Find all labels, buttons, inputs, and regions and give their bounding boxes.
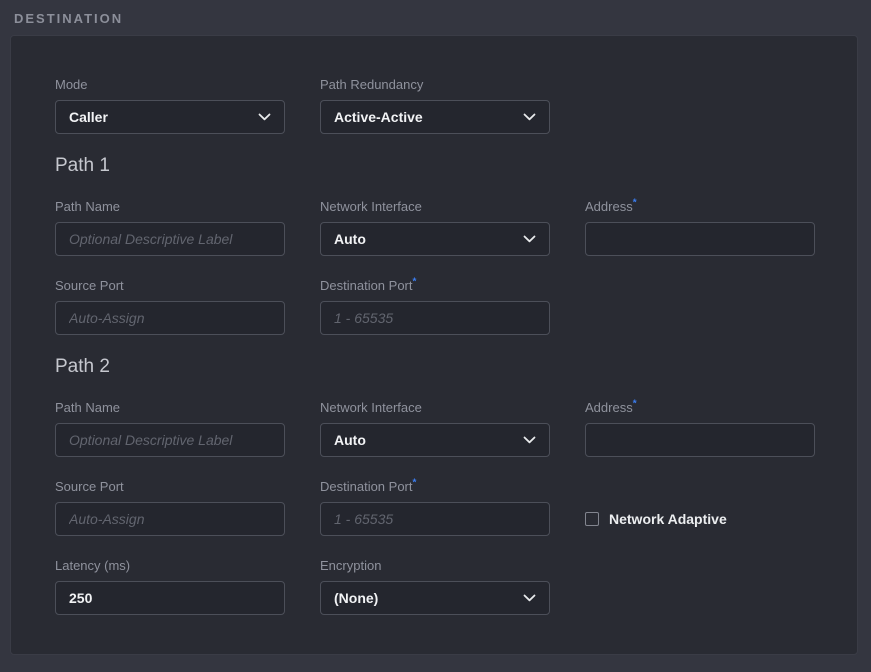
path-redundancy-select-value: Active-Active <box>334 109 423 125</box>
path2-network-interface-select[interactable]: Auto <box>320 423 550 457</box>
path1-path-name-label: Path Name <box>55 199 285 214</box>
path2-destination-port-label: Destination Port <box>320 479 413 494</box>
path2-network-interface-label: Network Interface <box>320 400 550 415</box>
path-redundancy-field: Path Redundancy Active-Active <box>320 77 550 134</box>
chevron-down-icon <box>258 113 271 121</box>
path-redundancy-label: Path Redundancy <box>320 77 550 92</box>
path2-destination-port-input[interactable] <box>320 502 550 536</box>
path1-source-port-label: Source Port <box>55 278 285 293</box>
path1-network-interface-select-value: Auto <box>334 231 366 247</box>
destination-panel: Mode Caller Path Redundancy Active-Activ… <box>10 35 858 655</box>
path1-heading: Path 1 <box>55 156 814 176</box>
path2-heading: Path 2 <box>55 357 814 377</box>
path2-path-name-label: Path Name <box>55 400 285 415</box>
mode-label: Mode <box>55 77 285 92</box>
chevron-down-icon <box>523 436 536 444</box>
path1-path-name-input[interactable] <box>55 222 285 256</box>
path2-network-interface-field: Network Interface Auto <box>320 400 550 457</box>
path2-network-interface-select-value: Auto <box>334 432 366 448</box>
path1-destination-port-label: Destination Port <box>320 278 413 293</box>
path1-path-name-field: Path Name <box>55 199 285 256</box>
required-asterisk: * <box>413 277 417 288</box>
encryption-field: Encryption (None) <box>320 558 550 615</box>
encryption-select-value: (None) <box>334 590 378 606</box>
required-asterisk: * <box>633 198 637 209</box>
path2-address-label: Address <box>585 400 633 415</box>
path2-path-name-input[interactable] <box>55 423 285 457</box>
path2-address-field: Address* <box>585 400 815 457</box>
path2-address-input[interactable] <box>585 423 815 457</box>
path-redundancy-select[interactable]: Active-Active <box>320 100 550 134</box>
path1-address-field: Address* <box>585 199 815 256</box>
encryption-select[interactable]: (None) <box>320 581 550 615</box>
encryption-label: Encryption <box>320 558 550 573</box>
mode-field: Mode Caller <box>55 77 285 134</box>
path1-network-interface-select[interactable]: Auto <box>320 222 550 256</box>
path1-network-interface-field: Network Interface Auto <box>320 199 550 256</box>
required-asterisk: * <box>413 478 417 489</box>
required-asterisk: * <box>633 399 637 410</box>
network-adaptive-field: Network Adaptive <box>585 502 815 536</box>
network-adaptive-label: Network Adaptive <box>609 511 727 527</box>
mode-select[interactable]: Caller <box>55 100 285 134</box>
path2-path-name-field: Path Name <box>55 400 285 457</box>
path1-destination-port-field: Destination Port* <box>320 278 550 335</box>
path1-network-interface-label: Network Interface <box>320 199 550 214</box>
latency-field: Latency (ms) <box>55 558 285 615</box>
chevron-down-icon <box>523 113 536 121</box>
path1-destination-port-input[interactable] <box>320 301 550 335</box>
chevron-down-icon <box>523 235 536 243</box>
chevron-down-icon <box>523 594 536 602</box>
path1-address-input[interactable] <box>585 222 815 256</box>
section-title: DESTINATION <box>10 11 861 26</box>
path2-source-port-label: Source Port <box>55 479 285 494</box>
latency-input[interactable] <box>55 581 285 615</box>
path1-source-port-input[interactable] <box>55 301 285 335</box>
mode-select-value: Caller <box>69 109 108 125</box>
latency-label: Latency (ms) <box>55 558 285 573</box>
path1-source-port-field: Source Port <box>55 278 285 335</box>
destination-section: DESTINATION Mode Caller Path Redundancy … <box>0 0 871 655</box>
network-adaptive-checkbox[interactable] <box>585 512 599 526</box>
path2-destination-port-field: Destination Port* <box>320 479 550 536</box>
path2-source-port-input[interactable] <box>55 502 285 536</box>
path1-address-label: Address <box>585 199 633 214</box>
path2-source-port-field: Source Port <box>55 479 285 536</box>
